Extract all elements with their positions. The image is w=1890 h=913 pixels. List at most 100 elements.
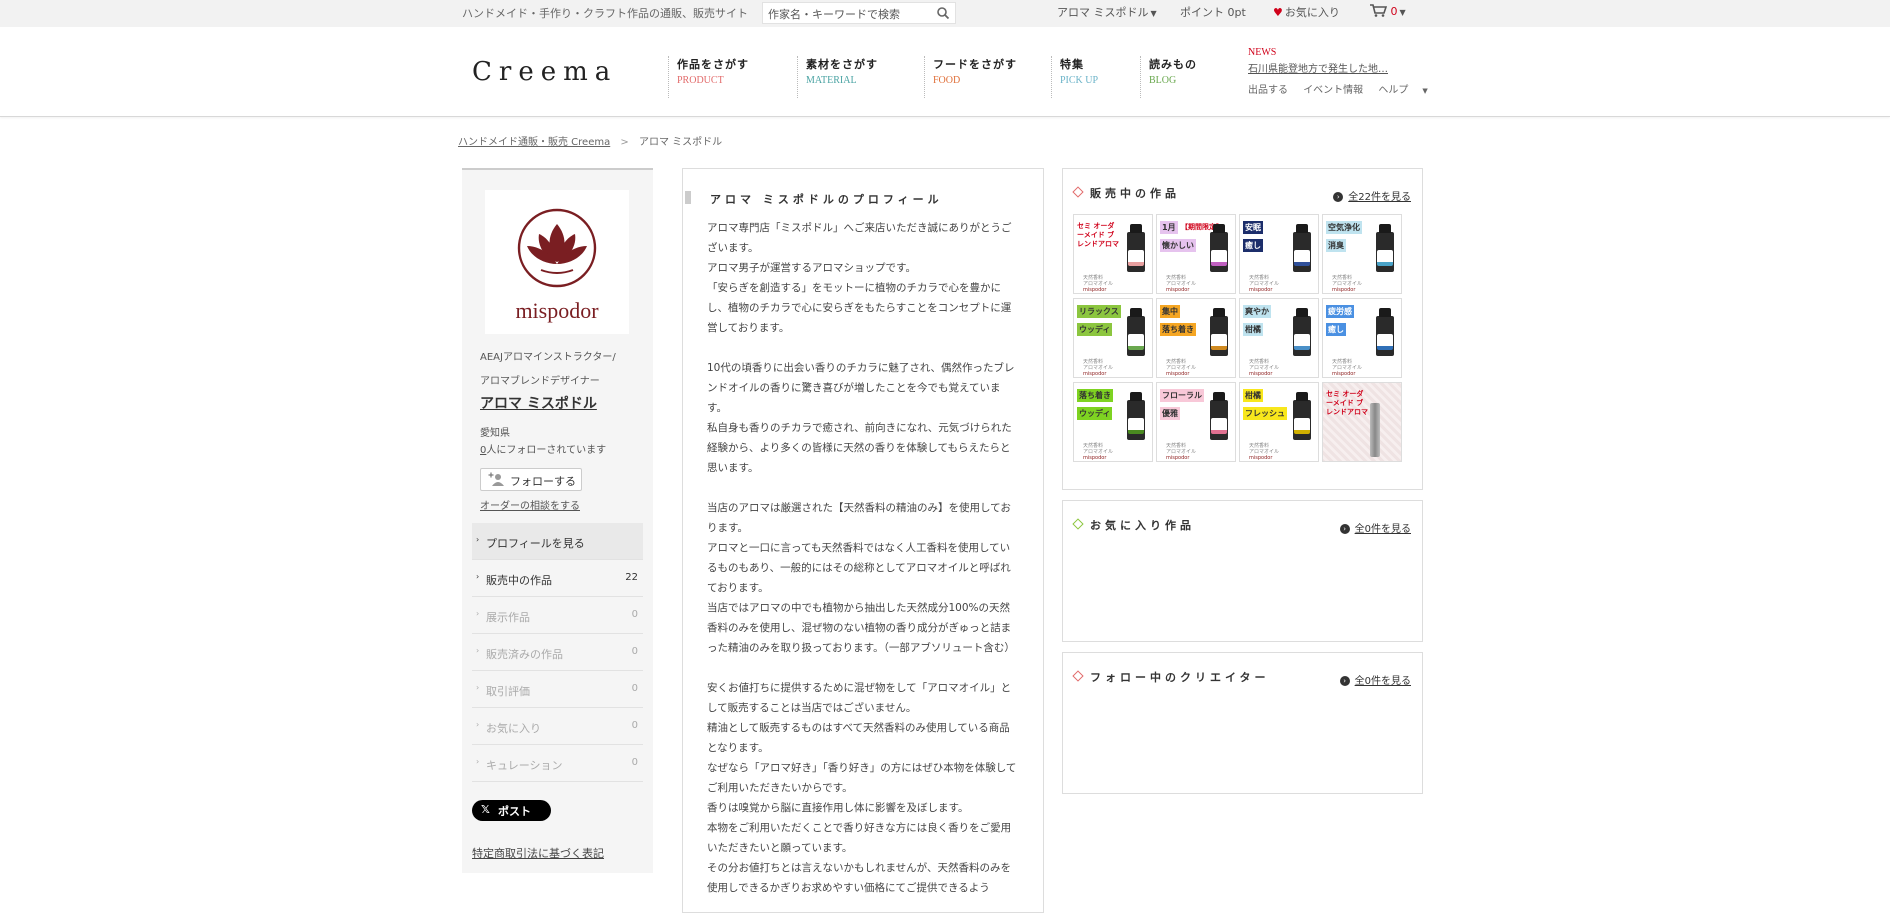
tile-brand: 天然香料 アロマオイル mispodor: [1249, 359, 1279, 377]
search-icon[interactable]: [936, 6, 950, 20]
product-tile[interactable]: 柑橘 フレッシュ 天然香料 アロマオイル mispodor: [1239, 382, 1319, 462]
menu-item-exhibit[interactable]: › 展示作品 0: [472, 597, 643, 634]
chevron-right-icon: ›: [476, 720, 480, 729]
favorites-title: お気に入り作品: [1072, 517, 1195, 533]
avatar-wordmark: mispodor: [515, 298, 599, 323]
tile-tag: セミ オーダーメイド ブレンドアロマ: [1326, 390, 1368, 416]
tile-tag: セミ オーダーメイド ブレンドアロマ: [1077, 222, 1119, 248]
cart-link[interactable]: 0 ▼: [1370, 4, 1406, 18]
prefecture: 愛知県: [480, 428, 510, 439]
shop-name[interactable]: アロマ ミスポドル: [480, 393, 597, 413]
profile-line: 私自身も香りのチカラで癒され、前向きになれ、元気づけられた経験から、より多くの皆…: [707, 422, 1012, 474]
breadcrumb: ハンドメイド通販・販売 Creema > アロマ ミスポドル: [458, 133, 722, 148]
menu-item-sold[interactable]: › 販売済みの作品 0: [472, 634, 643, 671]
menu-item-label: 展示作品: [486, 611, 530, 624]
tile-subtag: ウッディ: [1077, 323, 1113, 336]
brand-name: mispodor: [1166, 371, 1190, 377]
user-menu[interactable]: アロマ ミスポドル ▼: [1057, 4, 1157, 20]
see-all-label: 全0件を見る: [1354, 524, 1411, 535]
product-tile[interactable]: セミ オーダーメイド ブレンドアロマ天然香料 アロマオイル mispodor: [1073, 214, 1153, 294]
tile-brand: 天然香料 アロマオイル mispodor: [1332, 275, 1362, 293]
following-panel: フォロー中のクリエイター › 全0件を見る: [1062, 652, 1423, 794]
tile-subtag: 柑橘: [1243, 323, 1263, 336]
tile-subtag: 癒し: [1326, 323, 1346, 336]
creator-menu: › プロフィールを見る › 販売中の作品 22 › 展示作品 0 › 販売済みの…: [472, 523, 643, 782]
bottle-label: [1211, 334, 1227, 350]
help-menu[interactable]: ヘルプ ▼: [1378, 85, 1439, 96]
menu-item-reviews[interactable]: › 取引評価 0: [472, 671, 643, 708]
creator-role-line1: AEAJアロマインストラクター/: [480, 352, 616, 363]
chevron-right-icon: >: [620, 137, 629, 148]
x-post-button[interactable]: 𝕏 ポスト: [472, 800, 551, 821]
brand-name: mispodor: [1083, 287, 1107, 293]
news-text[interactable]: 石川県能登地方で発生した地…: [1248, 60, 1388, 75]
product-tile[interactable]: リラックス ウッディ 天然香料 アロマオイル mispodor: [1073, 298, 1153, 378]
profile-line: 「安らぎを創造する」をモットーに植物のチカラで心を豊かにし、植物のチカラで心に安…: [707, 282, 1012, 334]
help-label: ヘルプ: [1378, 85, 1409, 96]
heart-icon: ♥: [1273, 6, 1283, 19]
nav-product[interactable]: 作品をさがす PRODUCT: [668, 56, 792, 98]
tile-subtag: ウッディ: [1077, 407, 1113, 420]
on-sale-see-all[interactable]: › 全22件を見る: [1333, 188, 1411, 203]
search-placeholder: 作家名・キーワードで検索: [768, 8, 900, 21]
product-tile[interactable]: 1月 【期間限定】 懐かしい 天然香料 アロマオイル mispodor: [1156, 214, 1236, 294]
product-tile[interactable]: フローラル 優雅 天然香料 アロマオイル mispodor: [1156, 382, 1236, 462]
header-subnav: 出品する イベント情報 ヘルプ ▼: [1248, 81, 1452, 96]
chevron-down-icon: ▼: [1399, 8, 1406, 17]
tile-brand: 天然香料 アロマオイル mispodor: [1249, 275, 1279, 293]
chevron-right-icon: ›: [476, 535, 480, 544]
favorites-link[interactable]: ♥ お気に入り: [1273, 4, 1340, 20]
menu-item-count: 22: [625, 572, 638, 583]
nav-pickup[interactable]: 特集 PICK UP: [1051, 56, 1135, 98]
news-label: NEWS: [1248, 47, 1277, 58]
product-tile[interactable]: 疲労感 癒し 天然香料 アロマオイル mispodor: [1322, 298, 1402, 378]
menu-item-curation[interactable]: › キュレーション 0: [472, 745, 643, 782]
tile-subtag: 懐かしい: [1160, 239, 1196, 252]
product-tile[interactable]: 安眠 癒し 天然香料 アロマオイル mispodor: [1239, 214, 1319, 294]
order-consult-link[interactable]: オーダーの相談をする: [480, 497, 580, 512]
nav-label: 作品をさがす: [677, 58, 749, 71]
tile-tag: 1月: [1160, 221, 1178, 234]
nav-food[interactable]: フードをさがす FOOD: [924, 56, 1052, 98]
profile-line: アロマと一口に言っても天然香料ではなく人工香料を使用しているものもあり、一般的に…: [707, 542, 1011, 594]
avatar[interactable]: mispodor: [485, 190, 629, 334]
tile-subtag: 癒し: [1243, 239, 1263, 252]
creema-logo[interactable]: Creema: [472, 57, 617, 87]
menu-item-label: 販売中の作品: [486, 574, 552, 587]
breadcrumb-home[interactable]: ハンドメイド通販・販売 Creema: [458, 137, 610, 148]
menu-item-profile[interactable]: › プロフィールを見る: [472, 523, 643, 560]
event-info-link[interactable]: イベント情報: [1303, 85, 1363, 96]
favorites-see-all[interactable]: › 全0件を見る: [1339, 520, 1411, 535]
brand-name: mispodor: [1332, 287, 1356, 293]
bottle-label: [1211, 418, 1227, 434]
following-see-all[interactable]: › 全0件を見る: [1339, 672, 1411, 687]
nav-material[interactable]: 素材をさがす MATERIAL: [797, 56, 921, 98]
product-tile[interactable]: 落ち着き ウッディ 天然香料 アロマオイル mispodor: [1073, 382, 1153, 462]
product-tile[interactable]: 爽やか 柑橘 天然香料 アロマオイル mispodor: [1239, 298, 1319, 378]
bottle-label: [1377, 250, 1393, 266]
bottle-label: [1294, 334, 1310, 350]
bottle-label: [1294, 250, 1310, 266]
menu-item-favorites[interactable]: › お気に入り 0: [472, 708, 643, 745]
product-tile[interactable]: 空気浄化 消臭 天然香料 アロマオイル mispodor: [1322, 214, 1402, 294]
x-logo-icon: 𝕏: [481, 803, 490, 816]
product-tile[interactable]: 集中 落ち着き 天然香料 アロマオイル mispodor: [1156, 298, 1236, 378]
tile-brand: 天然香料 アロマオイル mispodor: [1083, 275, 1113, 293]
brand-name: mispodor: [1249, 455, 1273, 461]
chevron-right-icon: ›: [476, 757, 480, 766]
bottle-image: [1370, 403, 1380, 457]
news-ticker[interactable]: NEWS 石川県能登地方で発生した地…: [1248, 45, 1388, 75]
brand-name: mispodor: [1332, 371, 1356, 377]
tile-tag: フローラル: [1160, 389, 1204, 402]
points-link[interactable]: ポイント 0pt: [1180, 4, 1246, 20]
search-input[interactable]: 作家名・キーワードで検索: [762, 2, 956, 24]
tile-brand: 天然香料 アロマオイル mispodor: [1166, 443, 1196, 461]
follow-button[interactable]: フォローする: [480, 468, 582, 491]
sell-link[interactable]: 出品する: [1248, 85, 1288, 96]
nav-blog[interactable]: 読みもの BLOG: [1140, 56, 1234, 98]
product-tile[interactable]: セミ オーダーメイド ブレンドアロマ: [1322, 382, 1402, 462]
menu-item-on-sale[interactable]: › 販売中の作品 22: [472, 560, 643, 597]
commerce-law-link[interactable]: 特定商取引法に基づく表記: [472, 845, 604, 861]
menu-item-count: 0: [631, 609, 638, 620]
tile-subtag: 消臭: [1326, 239, 1346, 252]
